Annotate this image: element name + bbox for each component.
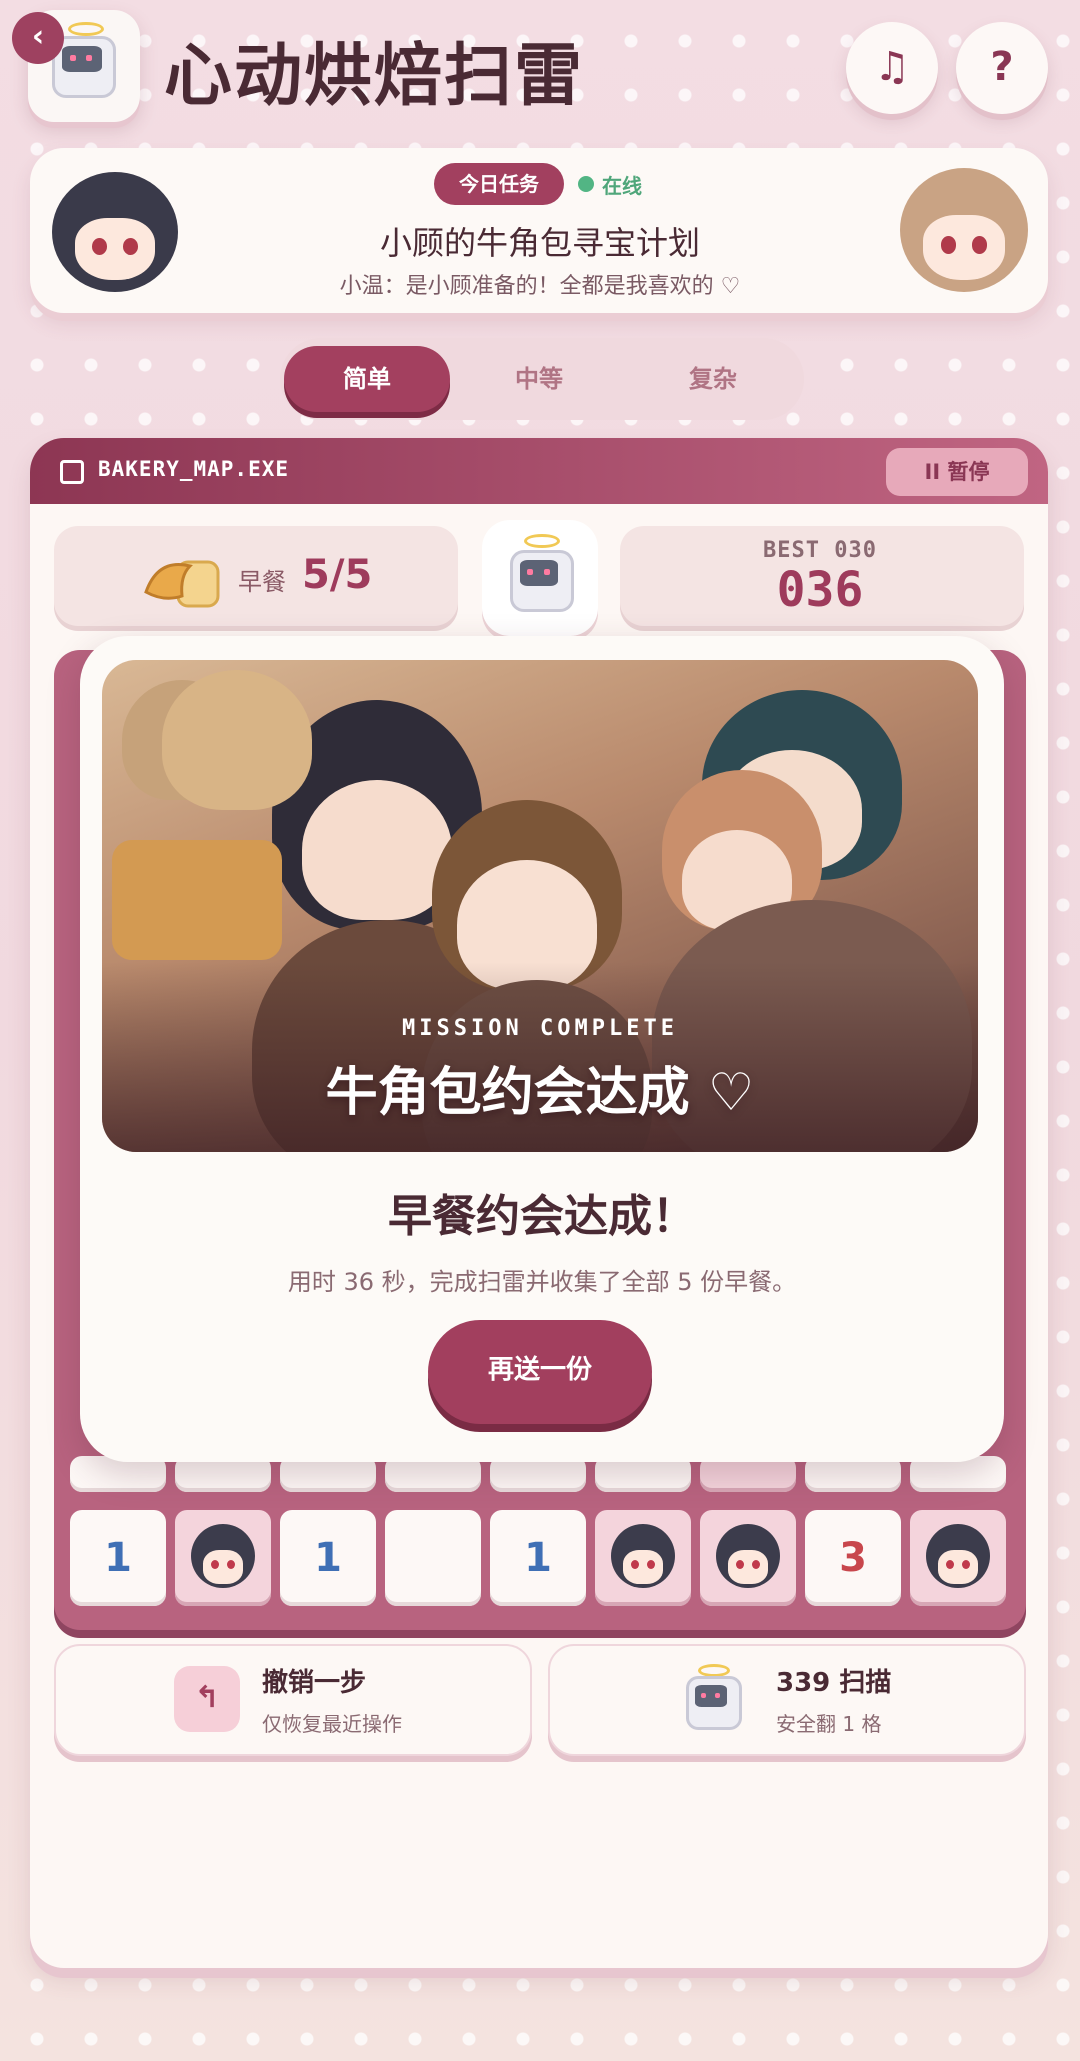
undo-arrow-icon: ↰	[174, 1666, 240, 1732]
help-button[interactable]: ?	[956, 22, 1048, 114]
scan-title: 339 扫描	[776, 1668, 892, 1698]
mission-complete-tag: MISSION COMPLETE	[402, 1016, 678, 1041]
window-icon	[60, 460, 84, 484]
board-cell-character[interactable]	[595, 1510, 691, 1606]
question-mark-icon: ?	[990, 44, 1014, 90]
window-title: BAKERY_MAP.EXE	[98, 457, 290, 481]
scan-subtitle: 安全翻 1 格	[776, 1712, 882, 1736]
xiaogu-face-icon	[716, 1524, 780, 1588]
best-label: BEST 030	[763, 538, 877, 563]
cell-number: 1	[104, 1535, 132, 1581]
board-cell-character[interactable]	[910, 1510, 1006, 1606]
board-cell[interactable]	[385, 1510, 481, 1606]
pause-button[interactable]: II 暂停	[886, 448, 1028, 496]
xiaogu-face-icon	[926, 1524, 990, 1588]
scan-button[interactable]	[548, 1644, 1026, 1756]
robot-angel-icon	[500, 534, 580, 618]
croissant-bread-icon	[144, 560, 220, 608]
mission-title: 小顾的牛角包寻宝计划	[379, 224, 700, 262]
mission-badge: 今日任务	[434, 163, 564, 205]
online-dot-icon	[578, 176, 594, 192]
xiaogu-face-icon	[611, 1524, 675, 1588]
tab-easy[interactable]: 简单	[284, 346, 450, 412]
back-button[interactable]: ‹	[12, 12, 64, 64]
app-title: 心动烘焙扫雷	[164, 37, 585, 116]
board-cell[interactable]: 1	[490, 1510, 586, 1606]
modal-title: 早餐约会达成！	[388, 1191, 696, 1242]
online-status: 在线	[602, 174, 642, 198]
cell-number: 1	[524, 1535, 552, 1581]
breakfast-label: 早餐	[238, 568, 286, 596]
board-cell-character[interactable]	[175, 1510, 271, 1606]
board-cell-character[interactable]	[700, 1510, 796, 1606]
undo-button[interactable]	[54, 1644, 532, 1756]
cell-number: 3	[839, 1535, 867, 1581]
replay-button[interactable]: 再送一份	[428, 1320, 652, 1424]
modal-description: 用时 36 秒，完成扫雷并收集了全部 5 份早餐。	[287, 1268, 797, 1296]
mascot-badge	[482, 520, 598, 636]
mission-subtitle: 小温：是小顾准备的！全都是我喜欢的 ♡	[339, 274, 741, 299]
undo-subtitle: 仅恢复最近操作	[262, 1712, 402, 1736]
music-button[interactable]: ♫	[846, 22, 938, 114]
current-time: 036	[776, 562, 864, 618]
tab-hard[interactable]: 复杂	[630, 346, 796, 412]
illustration-title: 牛角包约会达成 ♡	[325, 1063, 755, 1123]
xiaogu-face-icon	[191, 1524, 255, 1588]
board-cell[interactable]: 1	[280, 1510, 376, 1606]
undo-title: 撤销一步	[262, 1668, 367, 1698]
board-cell[interactable]: 1	[70, 1510, 166, 1606]
board-cell[interactable]: 3	[805, 1510, 901, 1606]
scan-robot-icon	[678, 1664, 748, 1736]
tab-medium[interactable]: 中等	[456, 346, 622, 412]
breakfast-count: 5/5	[302, 552, 373, 598]
cell-number: 1	[314, 1535, 342, 1581]
music-note-icon: ♫	[874, 44, 910, 90]
